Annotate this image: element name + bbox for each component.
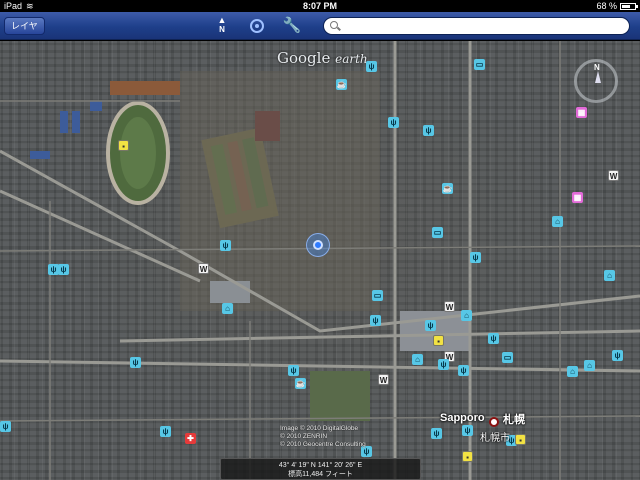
film-icon[interactable]: ▦: [572, 192, 583, 203]
altitude-text: 標高11,484 フィート: [288, 471, 353, 478]
landmark-icon[interactable]: ▪: [462, 451, 473, 462]
restaurant-icon[interactable]: ψ: [370, 315, 381, 326]
status-right: 68 %: [596, 0, 638, 12]
shopping-bag-icon[interactable]: ⌂: [604, 270, 615, 281]
shopping-bag-icon[interactable]: ⌂: [412, 354, 423, 365]
toolbar: レイヤ ▲ N 🔧: [0, 12, 640, 40]
search-input[interactable]: [344, 19, 621, 33]
coffee-cup-icon[interactable]: ☕: [295, 378, 306, 389]
city-marker-icon[interactable]: [489, 417, 499, 427]
bed-icon[interactable]: ▭: [432, 227, 443, 238]
compass-needle-icon: [595, 71, 601, 83]
wrench-icon[interactable]: 🔧: [282, 16, 302, 36]
battery-icon: [620, 2, 638, 10]
landmark-icon[interactable]: ▪: [433, 335, 444, 346]
attribution: Image © 2010 DigitalGlobe © 2010 ZENRIN …: [280, 425, 366, 449]
restaurant-icon[interactable]: ψ: [431, 428, 442, 439]
wikipedia-icon[interactable]: W: [198, 263, 209, 274]
my-location-icon[interactable]: [247, 16, 267, 36]
restaurant-icon[interactable]: ψ: [612, 350, 623, 361]
building-roof: [210, 281, 250, 303]
coffee-cup-icon[interactable]: ☕: [442, 183, 453, 194]
attribution-line: Image © 2010 DigitalGlobe: [280, 425, 359, 432]
shopping-bag-icon[interactable]: ⌂: [222, 303, 233, 314]
wikipedia-icon[interactable]: W: [444, 301, 455, 312]
status-time: 8:07 PM: [302, 1, 337, 11]
restaurant-icon[interactable]: ψ: [388, 117, 399, 128]
restaurant-icon[interactable]: ψ: [488, 333, 499, 344]
status-bar: iPad ≋ 8:07 PM 68 %: [0, 0, 640, 12]
bed-icon[interactable]: ▭: [502, 352, 513, 363]
map-imagery: [0, 41, 640, 480]
restaurant-icon[interactable]: ψ: [438, 359, 449, 370]
wikipedia-icon[interactable]: W: [378, 374, 389, 385]
restaurant-icon[interactable]: ψ: [160, 426, 171, 437]
attribution-line: © 2010 Geocentre Consulting: [280, 441, 366, 448]
bed-icon[interactable]: ▭: [372, 290, 383, 301]
shopping-bag-icon[interactable]: ⌂: [461, 310, 472, 321]
restaurant-icon[interactable]: ψ: [470, 252, 481, 263]
restaurant-icon[interactable]: ψ: [458, 365, 469, 376]
blue-roofs: [30, 101, 102, 159]
racetrack-infield: [120, 117, 156, 189]
restaurant-icon[interactable]: ψ: [423, 125, 434, 136]
city-label-ja[interactable]: 札幌: [503, 411, 525, 427]
city-sub-label-ja[interactable]: 札幌市: [480, 429, 510, 444]
park-block: [310, 371, 370, 421]
restaurant-icon[interactable]: ψ: [58, 264, 69, 275]
restaurant-icon[interactable]: ψ: [0, 421, 11, 432]
shopping-bag-icon[interactable]: ⌂: [584, 360, 595, 371]
restaurant-icon[interactable]: ψ: [462, 425, 473, 436]
north-up-icon[interactable]: ▲ N: [212, 16, 232, 36]
landmark-icon[interactable]: ▪: [515, 434, 526, 445]
battery-text: 68 %: [596, 1, 617, 11]
search-icon: [330, 21, 341, 31]
google-earth-logo: Google earth: [277, 49, 368, 67]
restaurant-icon[interactable]: ψ: [366, 61, 377, 72]
film-icon[interactable]: ▦: [576, 107, 587, 118]
coordinates-text: 43° 4' 19" N 141° 20' 26" E: [278, 462, 363, 469]
map-view[interactable]: Google earth N ψ ☕ ▭ ψ ψ ▦ ▦ W ▪ ☕ ⌂ ψ ▭…: [0, 41, 640, 480]
layers-button[interactable]: レイヤ: [4, 17, 45, 35]
red-marker-icon[interactable]: ✚: [185, 433, 196, 444]
search-box[interactable]: [323, 17, 630, 35]
coordinate-readout: 43° 4' 19" N 141° 20' 26" E 標高11,484 フィー…: [220, 458, 421, 480]
landmark-icon[interactable]: ▪: [118, 140, 129, 151]
user-location-marker[interactable]: [306, 233, 330, 257]
bed-icon[interactable]: ▭: [474, 59, 485, 70]
coffee-cup-icon[interactable]: ☕: [336, 79, 347, 90]
wikipedia-icon[interactable]: W: [608, 170, 619, 181]
attribution-line: © 2010 ZENRIN: [280, 433, 328, 440]
campus-area: [180, 71, 380, 311]
north-label: N: [219, 25, 225, 34]
shopping-bag-icon[interactable]: ⌂: [567, 366, 578, 377]
north-arrow-icon: ▲: [217, 15, 227, 25]
orange-roofs: [110, 81, 180, 95]
city-label[interactable]: Sapporo: [440, 412, 485, 424]
shopping-bag-icon[interactable]: ⌂: [552, 216, 563, 227]
restaurant-icon[interactable]: ψ: [425, 320, 436, 331]
restaurant-icon[interactable]: ψ: [288, 365, 299, 376]
compass-control[interactable]: N: [574, 59, 618, 103]
restaurant-icon[interactable]: ψ: [130, 357, 141, 368]
restaurant-icon[interactable]: ψ: [220, 240, 231, 251]
